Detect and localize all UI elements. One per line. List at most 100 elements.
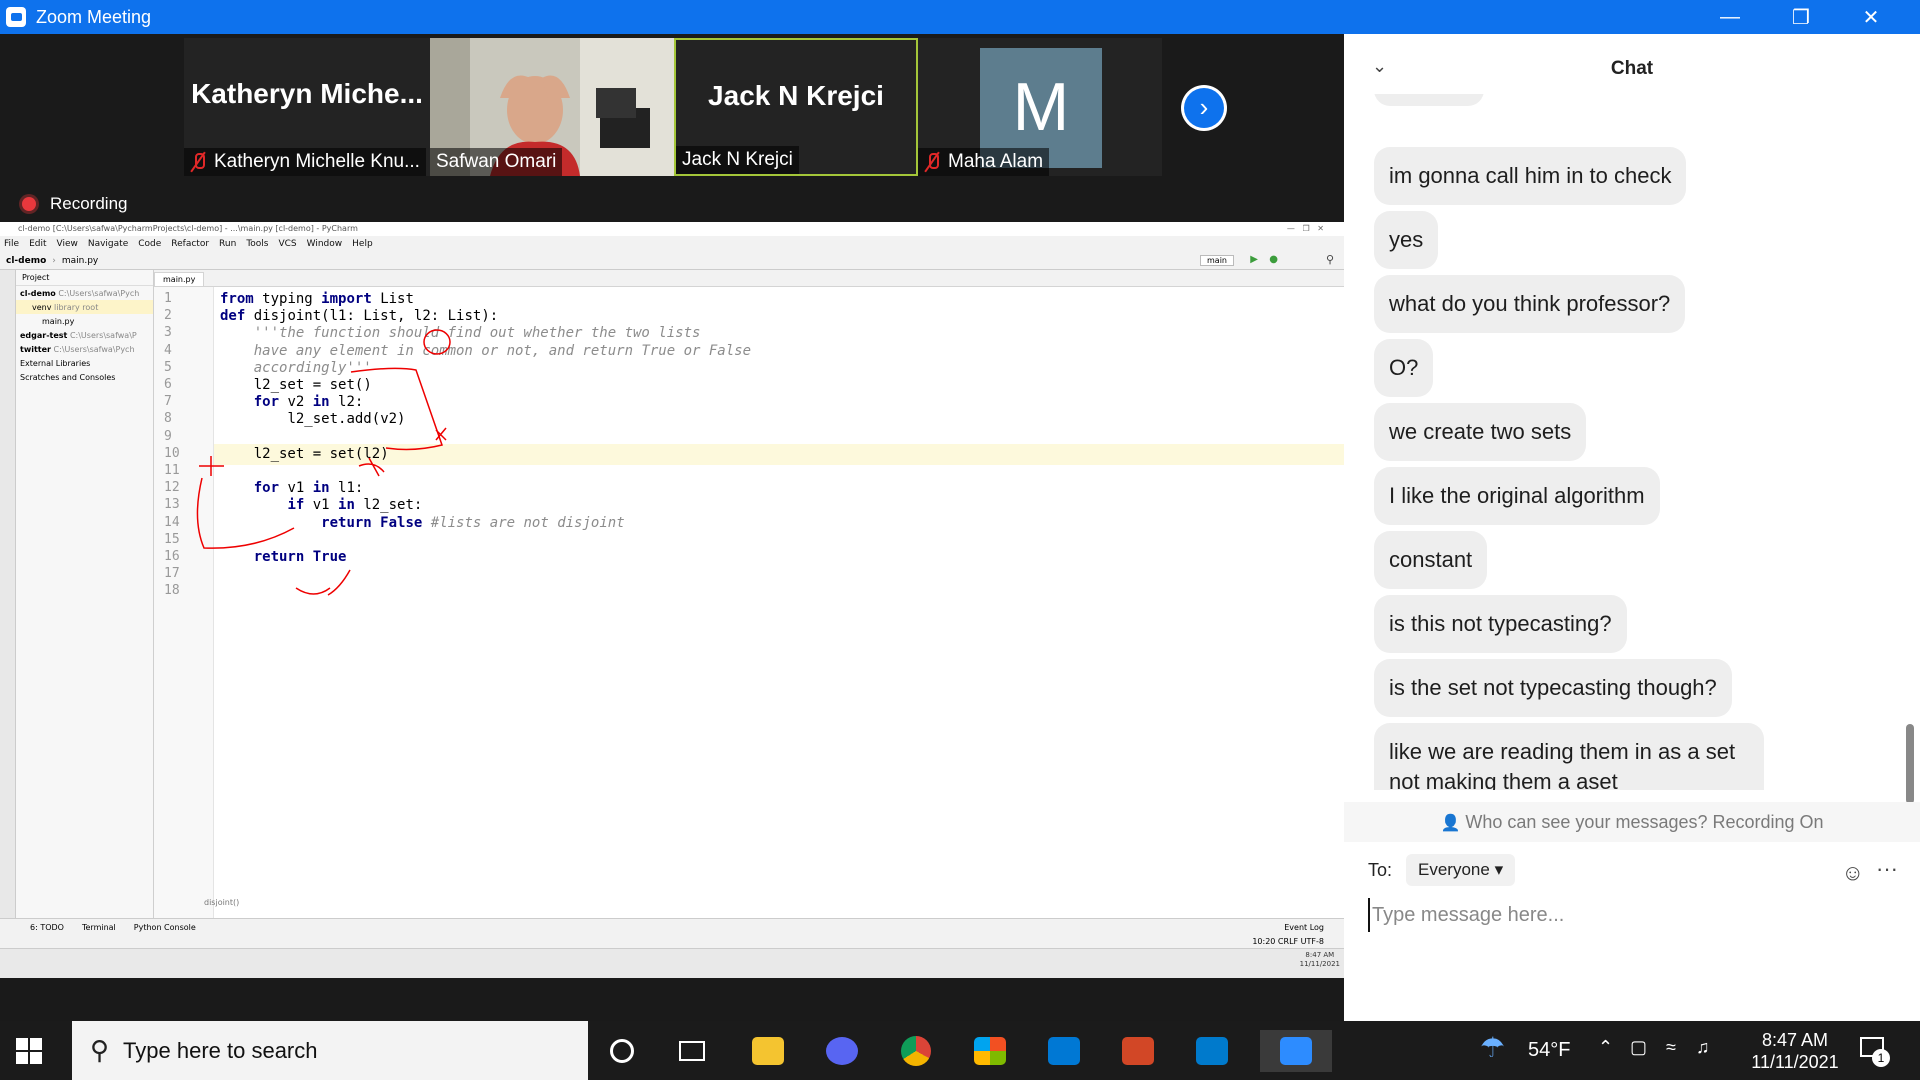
code-line[interactable]: l2_set.add(v2): [220, 411, 405, 427]
terminal-tab[interactable]: Terminal: [82, 923, 116, 932]
chat-message-bubble: O?: [1374, 339, 1434, 397]
menu-refactor[interactable]: Refactor: [171, 239, 209, 249]
chat-panel: ⌄ Chat im gonna call him in to check yes…: [1344, 34, 1920, 1021]
code-line[interactable]: for v1 in l1:: [220, 480, 364, 496]
code-line[interactable]: l2_set = set(l2): [220, 446, 389, 462]
vscode-icon[interactable]: [1190, 1030, 1234, 1072]
participant-name-label: Safwan Omari: [430, 148, 563, 176]
pycharm-title: cl-demo [C:\Users\safwa\PycharmProjects\…: [18, 224, 358, 233]
event-log-link[interactable]: Event Log: [1284, 923, 1324, 932]
code-line[interactable]: return False #lists are not disjoint: [220, 515, 624, 531]
powerpoint-icon[interactable]: [1116, 1030, 1160, 1072]
line-number: 8: [164, 411, 172, 427]
notification-center-icon[interactable]: 1: [1858, 1035, 1890, 1067]
line-number: 5: [164, 359, 172, 375]
participant-name: Maha Alam: [948, 151, 1044, 172]
menu-code[interactable]: Code: [138, 239, 161, 249]
next-page-button[interactable]: ›: [1181, 85, 1227, 131]
chat-privacy-note[interactable]: 👤 Who can see your messages? Recording O…: [1344, 802, 1920, 842]
debug-icon[interactable]: ●: [1269, 254, 1278, 265]
cortana-icon[interactable]: [600, 1030, 644, 1072]
wifi-icon[interactable]: ≈: [1666, 1037, 1676, 1058]
discord-icon[interactable]: [820, 1030, 864, 1072]
participant-tile-video[interactable]: Safwan Omari: [430, 38, 674, 176]
chevron-up-icon[interactable]: ⌃: [1598, 1037, 1613, 1058]
weather-temp[interactable]: 54°F: [1528, 1039, 1570, 1062]
menu-navigate[interactable]: Navigate: [88, 239, 128, 249]
tree-item[interactable]: main.py: [16, 314, 153, 328]
code-line[interactable]: for v2 in l2:: [220, 394, 364, 410]
participant-tile[interactable]: Katheryn Miche... Katheryn Michelle Knu.…: [184, 38, 430, 176]
tree-item[interactable]: cl-demo C:\Users\safwa\Pych: [16, 286, 153, 300]
taskbar-clock[interactable]: 8:47 AM 11/11/2021: [1740, 1029, 1850, 1073]
taskbar-search-input[interactable]: [123, 1037, 524, 1064]
menu-window[interactable]: Window: [307, 239, 343, 249]
code-editor[interactable]: main.py 1 2 3 4 5 6 7 8 9 10 11 12 13 14 15 16 17 18 from…: [154, 270, 1344, 918]
task-view-icon[interactable]: [670, 1030, 714, 1072]
search-everywhere-icon[interactable]: ⚲: [1326, 253, 1334, 266]
windows-start-icon[interactable]: [16, 1038, 42, 1064]
code-line[interactable]: from typing import List: [220, 291, 414, 307]
run-icon[interactable]: ▶: [1250, 254, 1258, 265]
tree-item[interactable]: External Libraries: [16, 356, 153, 370]
code-line[interactable]: def disjoint(l1: List, l2: List):: [220, 308, 498, 324]
minimize-button[interactable]: —: [1695, 0, 1765, 34]
recipient-select[interactable]: Everyone ▾: [1406, 854, 1516, 886]
store-icon[interactable]: [968, 1030, 1012, 1072]
restore-button[interactable]: ❐: [1766, 0, 1836, 34]
code-line[interactable]: return True: [220, 549, 347, 565]
todo-tab[interactable]: 6: TODO: [30, 923, 64, 932]
breadcrumb-separator: ›: [52, 255, 56, 266]
tree-item[interactable]: Scratches and Consoles: [16, 370, 153, 384]
close-button[interactable]: ✕: [1836, 0, 1906, 34]
chat-message-input[interactable]: [1368, 898, 1888, 932]
participant-display-name: Jack N Krejci: [708, 80, 884, 111]
participant-name: Jack N Krejci: [682, 149, 793, 170]
menu-help[interactable]: Help: [352, 239, 373, 249]
notification-count: 1: [1872, 1049, 1890, 1067]
python-console-tab[interactable]: Python Console: [134, 923, 196, 932]
search-icon: ⚲: [90, 1035, 110, 1065]
code-area[interactable]: from typing import List def disjoint(l1: …: [214, 287, 1344, 918]
project-header-label[interactable]: Project: [22, 273, 49, 282]
code-line[interactable]: have any element in common or not, and r…: [220, 343, 751, 359]
participant-tile[interactable]: M Maha Alam: [918, 38, 1162, 176]
code-line[interactable]: if v1 in l2_set:: [220, 497, 422, 513]
line-number: 18: [164, 583, 180, 599]
menu-view[interactable]: View: [57, 239, 78, 249]
run-config-select[interactable]: main: [1200, 255, 1234, 266]
breadcrumb-file[interactable]: main.py: [62, 256, 98, 266]
tree-item[interactable]: twitter C:\Users\safwa\Pych: [16, 342, 153, 356]
line-number: 12: [164, 480, 180, 496]
mic-muted-icon: [924, 152, 940, 172]
menu-run[interactable]: Run: [219, 239, 236, 249]
tree-item[interactable]: edgar-test C:\Users\safwa\P: [16, 328, 153, 342]
more-options-icon[interactable]: ···: [1876, 856, 1898, 882]
zoom-taskbar-icon[interactable]: [1260, 1030, 1332, 1072]
windows-taskbar: ⚲ ☂ 54°F ⌃ ▢ ≈ ♫ 8:47 AM 11/11/2021 1: [0, 1021, 1920, 1080]
line-number: 4: [164, 342, 172, 358]
participant-tile-active[interactable]: Jack N Krejci Jack N Krejci: [674, 38, 918, 176]
line-number: 3: [164, 325, 172, 341]
emoji-icon[interactable]: ☺: [1842, 860, 1864, 886]
tree-item[interactable]: venv library root: [16, 300, 153, 314]
code-line[interactable]: accordingly''': [220, 360, 372, 376]
editor-tab[interactable]: main.py: [154, 272, 205, 286]
title-bar: Zoom Meeting — ❐ ✕: [0, 0, 1920, 34]
mail-icon[interactable]: [1042, 1030, 1086, 1072]
mic-muted-icon: [190, 152, 206, 172]
chat-scrollbar[interactable]: [1906, 724, 1914, 804]
breadcrumb-project[interactable]: cl-demo: [6, 256, 46, 266]
menu-file[interactable]: File: [4, 239, 19, 249]
taskbar-search[interactable]: ⚲: [72, 1021, 588, 1080]
code-line[interactable]: l2_set = set(): [220, 377, 372, 393]
chrome-icon[interactable]: [894, 1030, 938, 1072]
chat-message-bubble: is the set not typecasting though?: [1374, 659, 1732, 717]
menu-edit[interactable]: Edit: [29, 239, 46, 249]
volume-icon[interactable]: ♫: [1696, 1037, 1710, 1058]
battery-icon[interactable]: ▢: [1630, 1037, 1647, 1058]
file-explorer-icon[interactable]: [746, 1030, 790, 1072]
code-line[interactable]: '''the function should find out whether …: [220, 325, 701, 341]
menu-tools[interactable]: Tools: [246, 239, 268, 249]
menu-vcs[interactable]: VCS: [278, 239, 296, 249]
